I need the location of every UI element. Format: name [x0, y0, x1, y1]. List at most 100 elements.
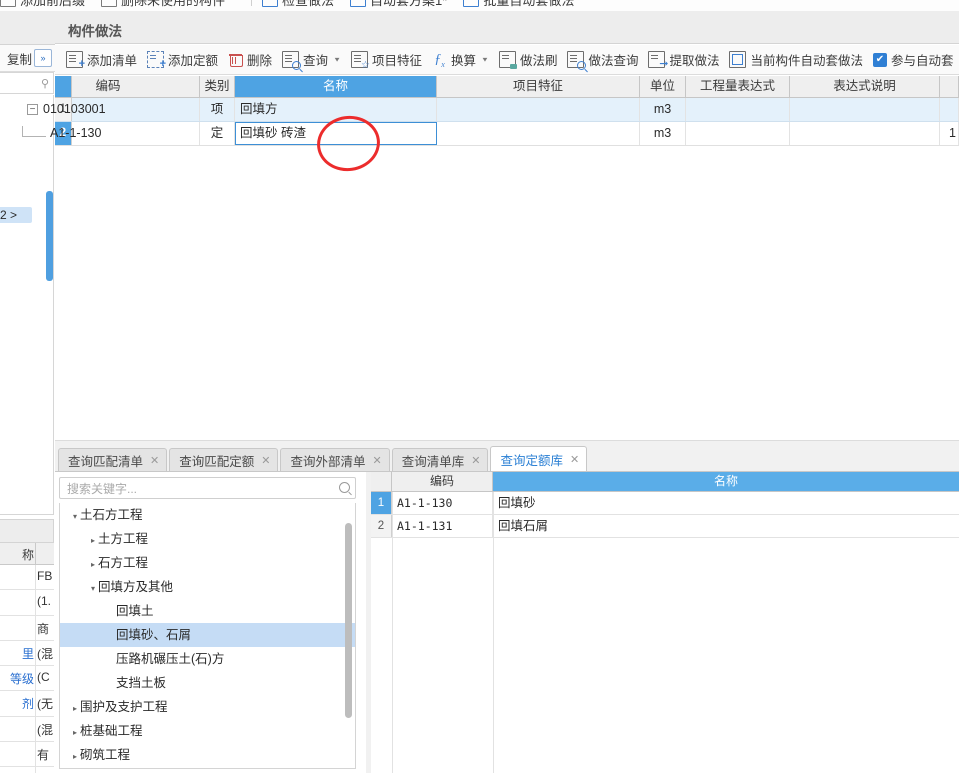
tab-0[interactable]: 查询匹配清单 ✕	[58, 448, 168, 471]
left-lower-row[interactable]: (混	[0, 716, 54, 743]
code-cell[interactable]: −010103001	[17, 98, 200, 121]
top-strip-item-4[interactable]: 批量自动套做法	[463, 0, 574, 9]
top-strip-item-2[interactable]: 检查做法	[262, 0, 334, 9]
tree-node-6[interactable]: ▸压路机碾压土(石)方	[60, 647, 355, 671]
search-box[interactable]	[59, 477, 356, 500]
chevron-icon[interactable]: ▸	[88, 553, 98, 577]
unit-cell[interactable]: m3	[640, 98, 686, 121]
toolbar-button-3[interactable]: 查询 ▼	[277, 48, 346, 72]
results-column-header-1[interactable]: 编码	[392, 472, 493, 491]
toolbar-button-9[interactable]: 当前构件自动套做法	[724, 48, 868, 72]
chevron-down-icon[interactable]: ▼	[333, 56, 341, 63]
close-icon[interactable]: ✕	[261, 454, 270, 467]
list-item[interactable]: 2 A1-1-131 回填石屑	[371, 515, 959, 538]
toolbar-button-1[interactable]: + 添加定额	[142, 48, 223, 72]
grid-column-header-1[interactable]: 类别	[200, 76, 235, 97]
feature-cell[interactable]	[437, 122, 640, 145]
left-lower-row[interactable]: 剂 (无	[0, 691, 54, 717]
close-icon[interactable]: ✕	[471, 454, 480, 467]
expand-panel-button[interactable]: »	[34, 49, 52, 67]
participate-auto-checkbox[interactable]: ✔ 参与自动套	[868, 48, 959, 72]
extra-cell[interactable]: 1	[940, 122, 959, 145]
left-scrollbar[interactable]	[46, 191, 53, 281]
tree-scrollbar[interactable]	[345, 523, 352, 718]
expr-desc-cell[interactable]	[790, 122, 940, 145]
tree-node-9[interactable]: ▸ 桩基础工程	[60, 719, 355, 743]
toolbar-button-7[interactable]: 做法查询	[562, 48, 643, 72]
tab-2[interactable]: 查询外部清单 ✕	[280, 448, 390, 471]
table-row[interactable]: 1−010103001 项回填方 m3	[27, 98, 959, 122]
top-strip-item-3[interactable]: 自动套方案1*	[350, 0, 447, 9]
tab-1[interactable]: 查询匹配定额 ✕	[169, 448, 279, 471]
results-column-header-0[interactable]	[371, 472, 392, 491]
grid-column-header-2[interactable]: 名称	[235, 76, 437, 97]
results-code-cell[interactable]: A1-1-131	[392, 515, 493, 537]
left-lower-row[interactable]: 里 (混	[0, 640, 54, 667]
toolbar-button-0[interactable]: + 添加清单	[61, 48, 142, 72]
tree-node-8[interactable]: ▸ 围护及支护工程	[60, 695, 355, 719]
category-cell[interactable]: 定	[200, 122, 235, 145]
close-icon[interactable]: ✕	[372, 454, 381, 467]
chevron-icon[interactable]: ▸	[70, 745, 80, 768]
top-strip-item-1[interactable]: 删除未使用的构件	[101, 0, 225, 9]
code-cell[interactable]: A1-1-130	[17, 122, 200, 145]
left-lower-row[interactable]: FB	[0, 565, 54, 591]
chevron-icon[interactable]: ▸	[70, 697, 80, 721]
tree-node-7[interactable]: ▸支挡土板	[60, 671, 355, 695]
tree-node-1[interactable]: ▸ 土方工程	[60, 527, 355, 551]
unit-cell[interactable]: m3	[640, 122, 686, 145]
toolbar-button-5[interactable]: ƒx 换算 ▼	[427, 48, 494, 72]
results-name-cell[interactable]: 回填石屑	[493, 515, 959, 537]
feature-cell[interactable]	[437, 98, 640, 121]
check-icon[interactable]: ✔	[873, 52, 887, 67]
chevron-down-icon[interactable]: ▼	[481, 56, 489, 63]
results-column-header-2[interactable]: 名称	[493, 472, 959, 491]
extra-cell[interactable]	[940, 98, 959, 121]
tab-4[interactable]: 查询定额库 ✕	[490, 446, 588, 471]
results-row-number[interactable]: 2	[371, 515, 392, 537]
grid-column-header-4[interactable]: 单位	[640, 76, 686, 97]
expand-collapse-icon[interactable]: −	[27, 104, 38, 116]
expression-cell[interactable]	[686, 98, 790, 121]
close-icon[interactable]: ✕	[150, 454, 159, 467]
toolbar-button-4[interactable]: ☆ 项目特征	[346, 48, 427, 72]
tree-node-5[interactable]: ▸回填砂、石屑	[60, 623, 355, 647]
grid-column-header-5[interactable]: 工程量表达式	[686, 76, 790, 97]
grid-column-header-0[interactable]: 编码	[17, 76, 200, 97]
results-code-cell[interactable]: A1-1-130	[392, 492, 493, 514]
tree-node-0[interactable]: ▾ 土石方工程	[60, 503, 355, 527]
search-icon[interactable]	[339, 482, 350, 493]
grid-column-header-7[interactable]	[940, 76, 959, 97]
category-cell[interactable]: 项	[200, 98, 235, 121]
tree-node-3[interactable]: ▾ 回填方及其他	[60, 575, 355, 599]
toolbar-button-6[interactable]: 做法刷	[494, 48, 563, 72]
chevron-icon[interactable]: ▾	[70, 505, 80, 529]
copy-button[interactable]: 复制	[7, 49, 32, 68]
left-lower-row[interactable]: (1.	[0, 590, 54, 616]
left-tree-chip[interactable]: 2 >	[0, 207, 32, 223]
tree-node-10[interactable]: ▸ 砌筑工程	[60, 743, 355, 767]
results-row-number[interactable]: 1	[371, 492, 392, 514]
table-row[interactable]: 2 A1-1-130 定 m3 1 回填砂 砖渣	[22, 122, 959, 146]
toolbar-button-8[interactable]: ➞ 提取做法	[643, 48, 724, 72]
top-strip-item-0[interactable]: 添加前后缀	[0, 0, 85, 9]
close-icon[interactable]: ✕	[570, 453, 579, 466]
tree-node-4[interactable]: ▸回填土	[60, 599, 355, 623]
grid-column-header-3[interactable]: 项目特征	[437, 76, 640, 97]
chevron-icon[interactable]: ▾	[88, 577, 98, 601]
search-input[interactable]	[65, 478, 331, 500]
left-lower-row[interactable]: 商	[0, 615, 54, 641]
tab-3[interactable]: 查询清单库 ✕	[391, 448, 489, 471]
expr-desc-cell[interactable]	[790, 98, 940, 121]
chevron-icon[interactable]: ▸	[70, 721, 80, 745]
list-item[interactable]: 1 A1-1-130 回填砂	[371, 492, 959, 515]
results-name-cell[interactable]: 回填砂	[493, 492, 959, 514]
toolbar-button-2[interactable]: 删除	[223, 48, 277, 72]
chevron-icon[interactable]: ▸	[88, 529, 98, 553]
left-lower-row[interactable]: 层	[0, 767, 54, 773]
left-lower-row[interactable]: 有	[0, 742, 54, 768]
tree-node-2[interactable]: ▸ 石方工程	[60, 551, 355, 575]
expression-cell[interactable]	[686, 122, 790, 145]
left-lower-row[interactable]: 等级 (C	[0, 666, 54, 692]
grid-column-header-6[interactable]: 表达式说明	[790, 76, 940, 97]
